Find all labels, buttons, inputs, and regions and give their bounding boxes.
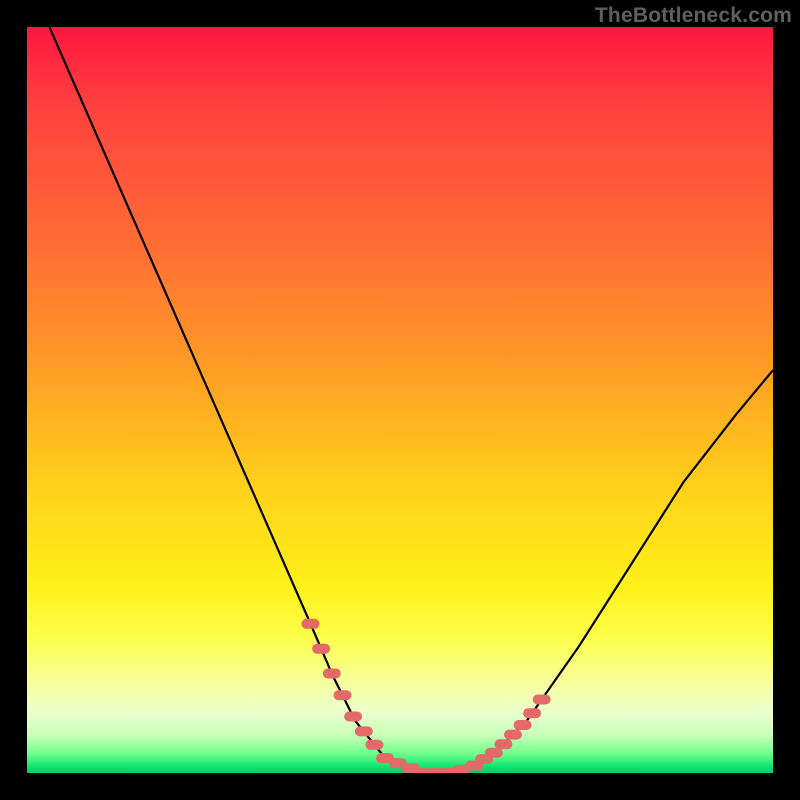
highlight-marker xyxy=(302,619,320,629)
highlight-marker xyxy=(514,720,532,730)
highlight-marker xyxy=(533,695,551,705)
bottleneck-curve xyxy=(49,27,773,773)
watermark-text: TheBottleneck.com xyxy=(595,4,792,28)
highlight-marker xyxy=(485,748,503,758)
highlight-marker xyxy=(344,712,362,722)
chart-frame: TheBottleneck.com xyxy=(0,0,800,800)
plot-area xyxy=(27,27,773,773)
highlight-marker xyxy=(323,669,341,679)
highlight-marker xyxy=(355,726,373,736)
highlight-marker xyxy=(504,730,522,740)
highlight-marker xyxy=(334,690,352,700)
curve-svg xyxy=(27,27,773,773)
highlight-markers xyxy=(302,619,551,773)
highlight-marker xyxy=(523,708,541,718)
highlight-marker xyxy=(365,740,383,750)
highlight-marker xyxy=(312,644,330,654)
highlight-marker xyxy=(494,739,512,749)
